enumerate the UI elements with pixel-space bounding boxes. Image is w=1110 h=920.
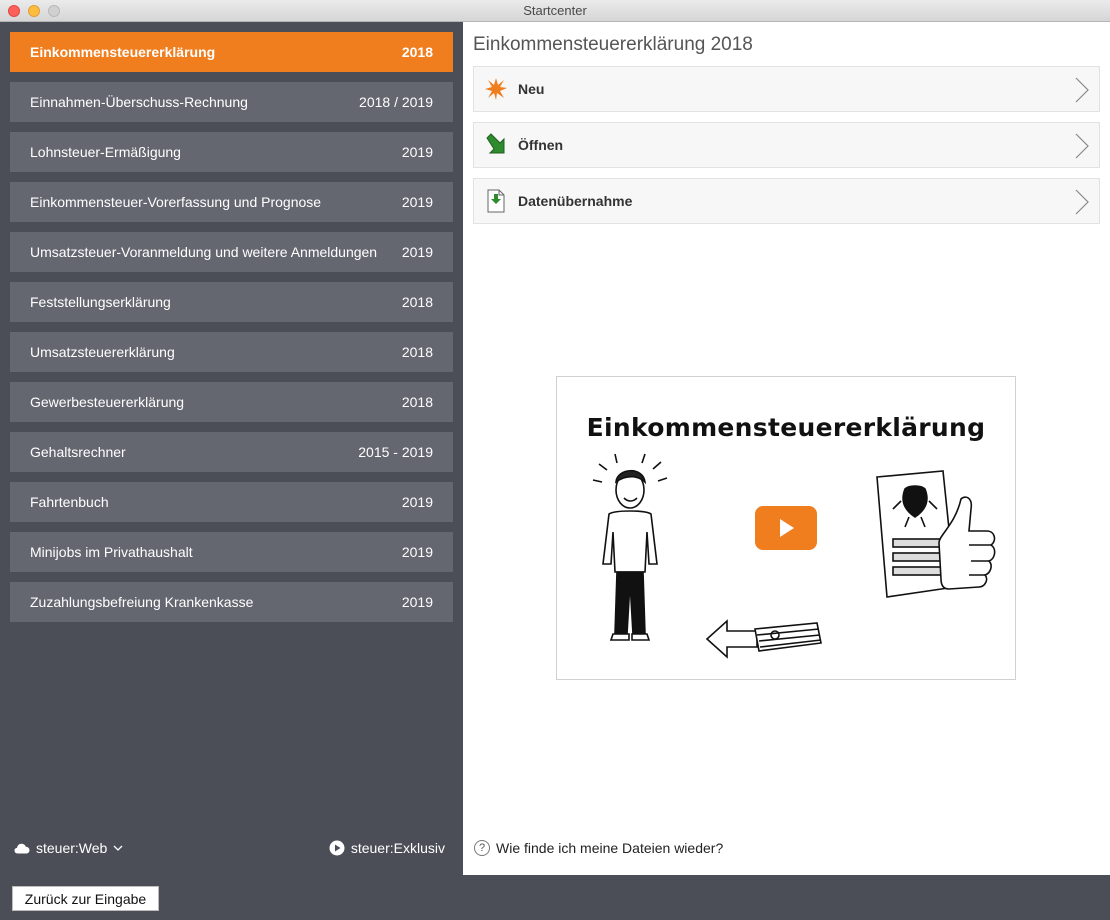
sidebar-item-gewerbesteuererklaerung[interactable]: Gewerbesteuererklärung 2018 bbox=[10, 382, 453, 422]
steuer-exklusiv-label: steuer:Exklusiv bbox=[350, 840, 445, 856]
sidebar-footer: steuer:Web steuer:Exklusiv bbox=[0, 836, 463, 860]
person-illustration bbox=[592, 453, 668, 641]
main-panel: Einkommensteuererklärung 2018 Neu Öffnen bbox=[463, 22, 1110, 875]
cloud-icon bbox=[14, 843, 30, 853]
page-title: Einkommensteuererklärung 2018 bbox=[473, 34, 753, 55]
minimize-window-button[interactable] bbox=[28, 5, 40, 17]
sidebar-item-umsatzsteuererklaerung[interactable]: Umsatzsteuererklärung 2018 bbox=[10, 332, 453, 372]
help-link[interactable]: ? Wie finde ich meine Dateien wieder? bbox=[474, 840, 723, 856]
video-thumbnail[interactable]: Einkommensteuererklärung bbox=[556, 376, 1016, 680]
sidebar-item-year: 2019 bbox=[401, 144, 433, 160]
data-import-icon bbox=[484, 189, 508, 213]
question-mark-icon: ? bbox=[474, 840, 490, 856]
action-datenuebernahme[interactable]: Datenübernahme bbox=[473, 178, 1100, 224]
sidebar-item-year: 2019 bbox=[401, 594, 433, 610]
sidebar-item-label: Minijobs im Privathaushalt bbox=[30, 544, 193, 560]
chevron-right-icon bbox=[1075, 133, 1089, 159]
sidebar-item-year: 2019 bbox=[401, 194, 433, 210]
sidebar-item-label: Feststellungserklärung bbox=[30, 294, 171, 310]
window-title: Startcenter bbox=[523, 3, 587, 18]
play-icon bbox=[780, 519, 794, 537]
steuer-web-dropdown[interactable]: steuer:Web bbox=[14, 840, 123, 856]
chevron-right-icon bbox=[1075, 77, 1089, 103]
video-title: Einkommensteuererklärung bbox=[586, 413, 986, 442]
sidebar-item-year: 2018 bbox=[401, 44, 433, 60]
sidebar-item-year: 2018 bbox=[401, 344, 433, 360]
sidebar-item-minijobs[interactable]: Minijobs im Privathaushalt 2019 bbox=[10, 532, 453, 572]
sidebar-item-year: 2019 bbox=[401, 494, 433, 510]
sidebar-item-umsatzsteuer-voranmeldung[interactable]: Umsatzsteuer-Voranmeldung und weitere An… bbox=[10, 232, 453, 272]
sidebar-item-vorerfassung[interactable]: Einkommensteuer-Vorerfassung und Prognos… bbox=[10, 182, 453, 222]
sidebar-item-label: Zuzahlungsbefreiung Krankenkasse bbox=[30, 594, 254, 610]
sidebar-item-feststellungserklaerung[interactable]: Feststellungserklärung 2018 bbox=[10, 282, 453, 322]
steuer-web-label: steuer:Web bbox=[36, 840, 108, 856]
sidebar-item-year: 2019 bbox=[401, 544, 433, 560]
back-to-input-button[interactable]: Zurück zur Eingabe bbox=[12, 886, 159, 911]
play-circle-icon bbox=[329, 840, 345, 856]
sidebar-item-year: 2015 - 2019 bbox=[358, 444, 433, 460]
sidebar-item-label: Fahrtenbuch bbox=[30, 494, 109, 510]
sidebar-item-zuzahlungsbefreiung[interactable]: Zuzahlungsbefreiung Krankenkasse 2019 bbox=[10, 582, 453, 622]
action-neu[interactable]: Neu bbox=[473, 66, 1100, 112]
sidebar-item-einkommensteuererklaerung[interactable]: Einkommensteuererklärung 2018 bbox=[10, 32, 453, 72]
chevron-right-icon bbox=[1075, 189, 1089, 215]
chevron-down-icon bbox=[113, 845, 123, 851]
action-label: Öffnen bbox=[518, 137, 564, 153]
sidebar-item-label: Umsatzsteuer-Voranmeldung und weitere An… bbox=[30, 244, 378, 260]
bottom-bar: Zurück zur Eingabe bbox=[0, 875, 1110, 920]
sidebar-item-fahrtenbuch[interactable]: Fahrtenbuch 2019 bbox=[10, 482, 453, 522]
help-text: Wie finde ich meine Dateien wieder? bbox=[496, 840, 724, 856]
open-arrow-icon bbox=[484, 133, 508, 157]
sidebar-item-label: Einkommensteuer-Vorerfassung und Prognos… bbox=[30, 194, 322, 210]
title-bar: Startcenter bbox=[0, 0, 1110, 22]
sidebar-item-label: Einkommensteuererklärung bbox=[30, 44, 216, 60]
tax-document-thumbs-up-illustration bbox=[876, 470, 996, 598]
zoom-window-button[interactable] bbox=[48, 5, 60, 17]
sidebar: Einkommensteuererklärung 2018 Einnahmen-… bbox=[0, 22, 463, 875]
sidebar-item-year: 2018 / 2019 bbox=[359, 94, 433, 110]
sidebar-item-label: Lohnsteuer-Ermäßigung bbox=[30, 144, 181, 160]
money-arrow-illustration bbox=[705, 619, 822, 659]
sidebar-item-label: Gewerbesteuererklärung bbox=[30, 394, 185, 410]
sidebar-item-label: Einnahmen-Überschuss-Rechnung bbox=[30, 94, 248, 110]
action-oeffnen[interactable]: Öffnen bbox=[473, 122, 1100, 168]
sidebar-item-year: 2018 bbox=[401, 394, 433, 410]
action-label: Neu bbox=[518, 81, 545, 97]
play-button[interactable] bbox=[755, 506, 817, 550]
sidebar-item-year: 2019 bbox=[401, 244, 433, 260]
sidebar-item-euer[interactable]: Einnahmen-Überschuss-Rechnung 2018 / 201… bbox=[10, 82, 453, 122]
steuer-exklusiv-link[interactable]: steuer:Exklusiv bbox=[329, 840, 445, 856]
close-window-button[interactable] bbox=[8, 5, 20, 17]
sidebar-item-gehaltsrechner[interactable]: Gehaltsrechner 2015 - 2019 bbox=[10, 432, 453, 472]
window-controls bbox=[8, 5, 60, 17]
starburst-icon bbox=[484, 77, 508, 101]
sidebar-item-label: Gehaltsrechner bbox=[30, 444, 126, 460]
sidebar-item-label: Umsatzsteuererklärung bbox=[30, 344, 175, 360]
sidebar-item-year: 2018 bbox=[401, 294, 433, 310]
sidebar-item-lohnsteuer-ermaessigung[interactable]: Lohnsteuer-Ermäßigung 2019 bbox=[10, 132, 453, 172]
action-label: Datenübernahme bbox=[518, 193, 633, 209]
